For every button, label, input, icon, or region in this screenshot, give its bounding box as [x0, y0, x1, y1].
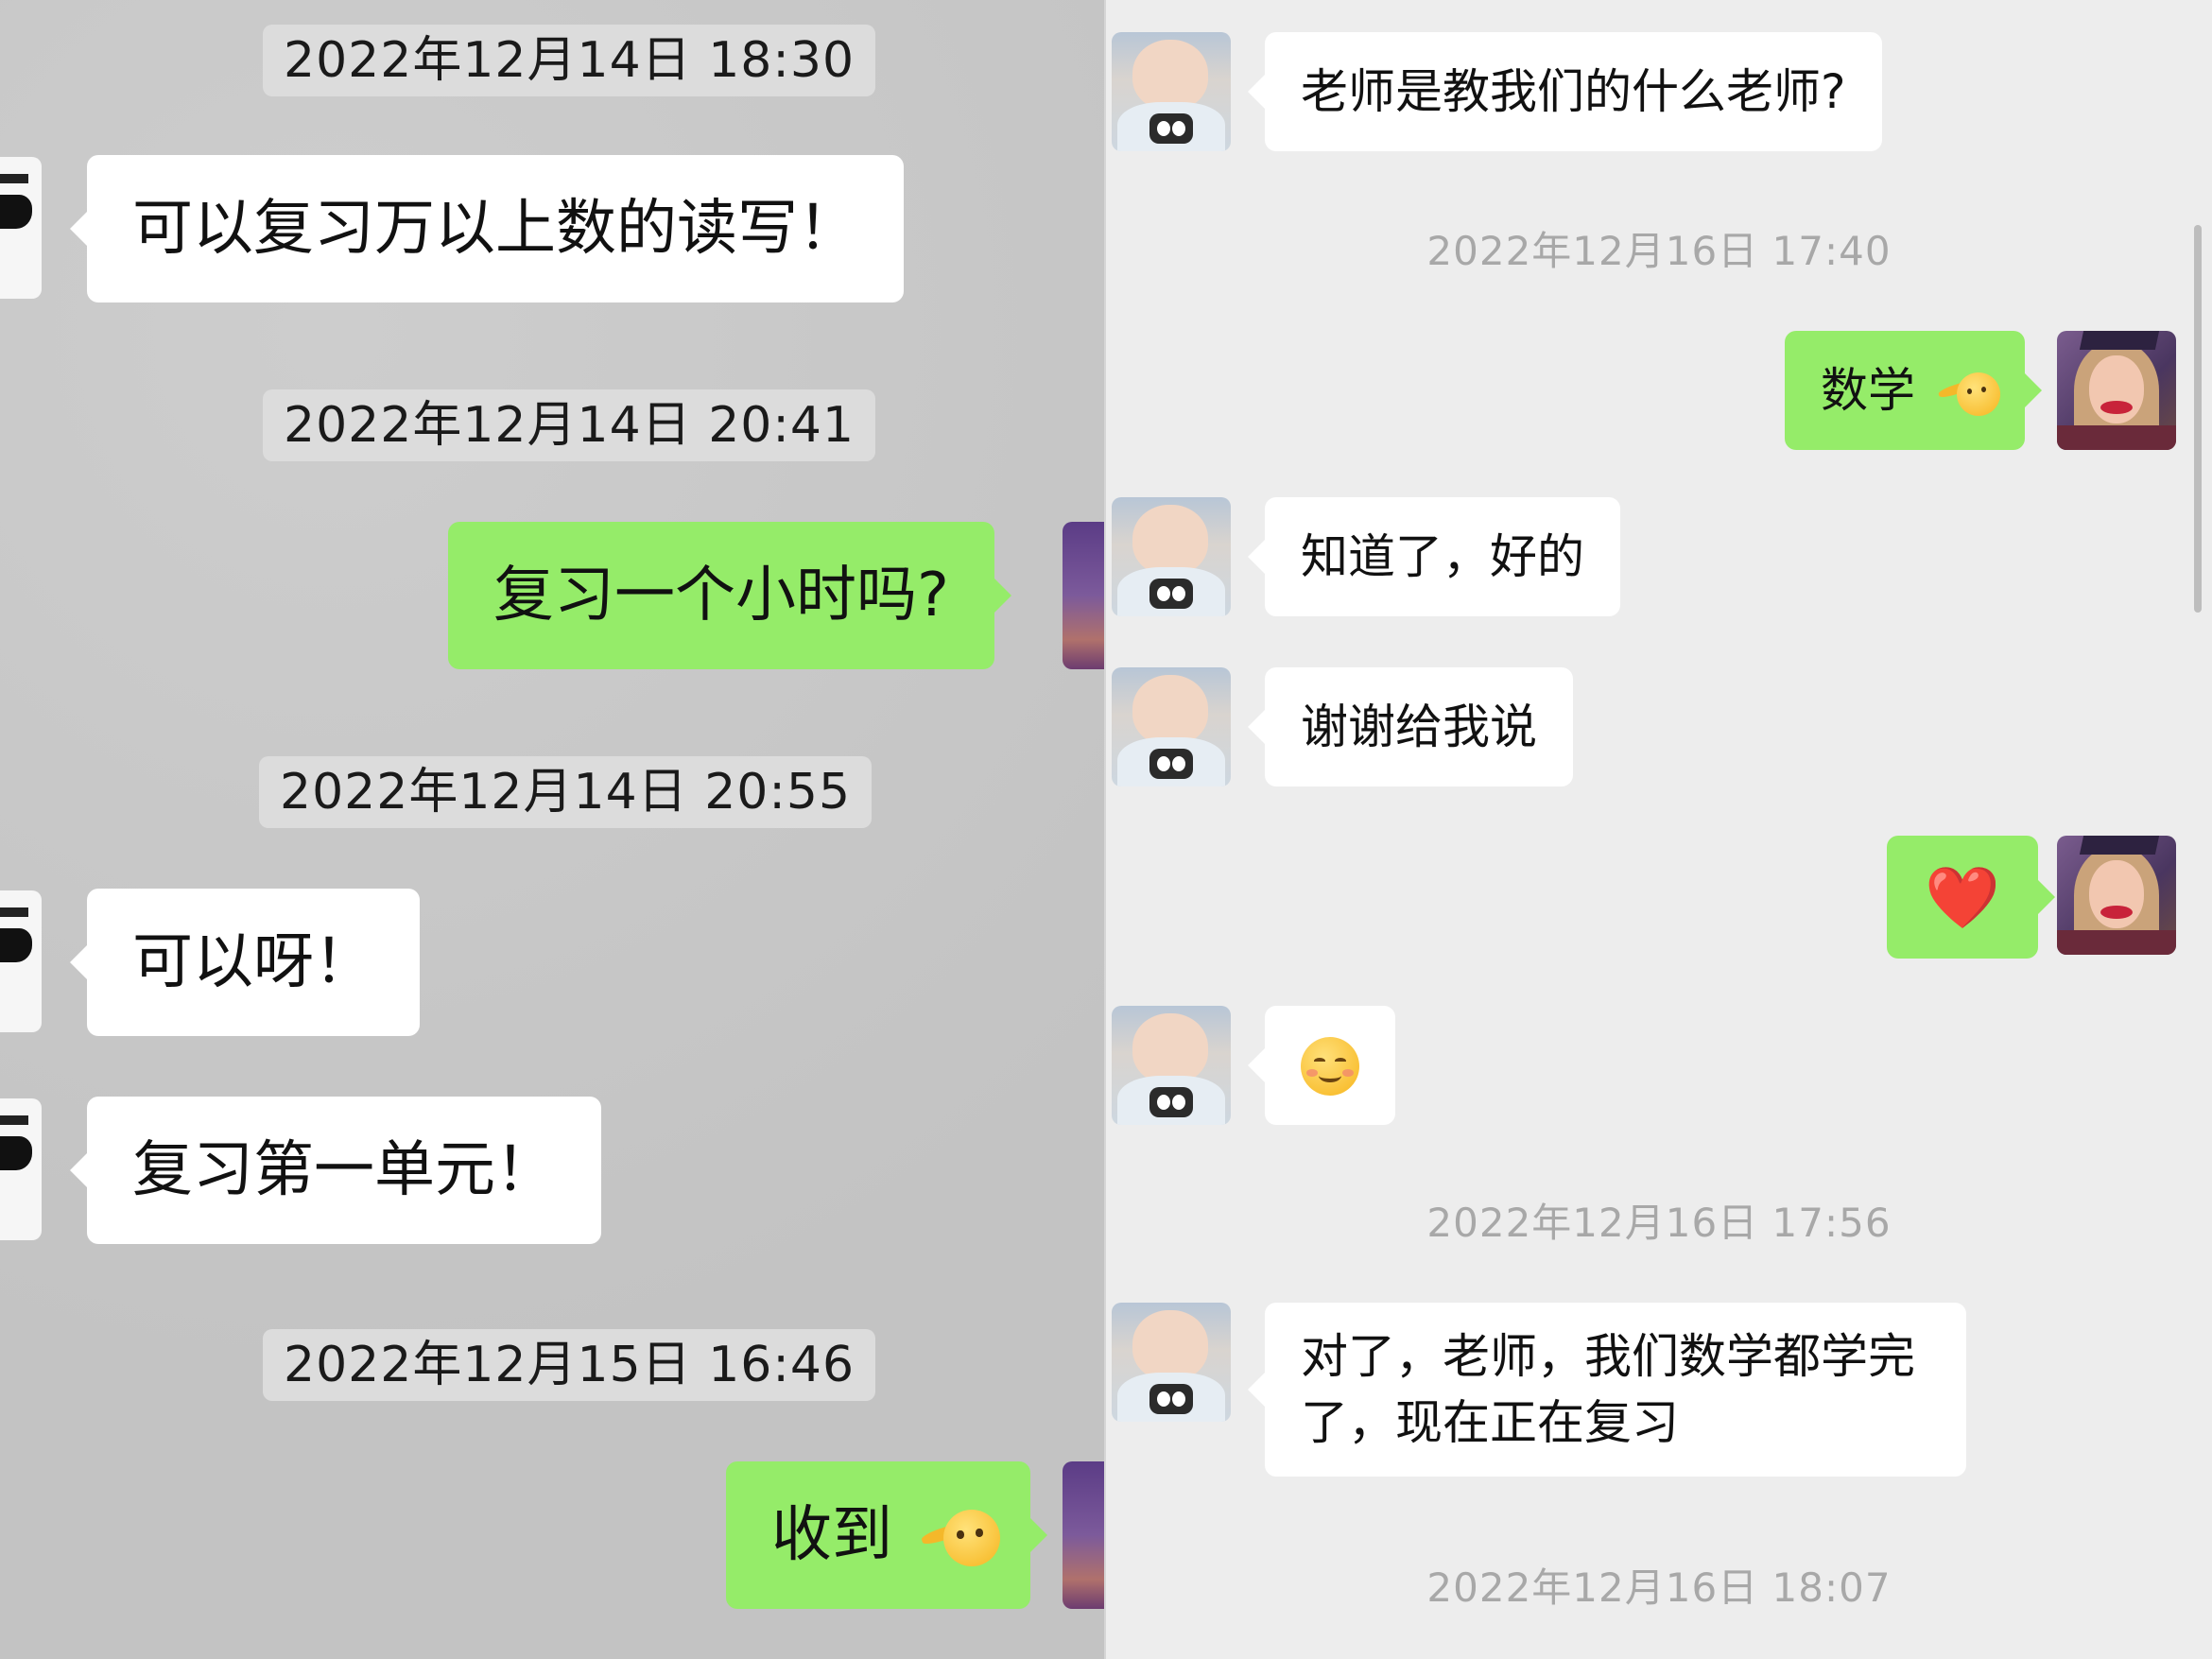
contact-avatar[interactable]: [0, 157, 42, 299]
self-avatar[interactable]: [1063, 1461, 1106, 1609]
message-bubble-received[interactable]: 老师是教我们的什么老师?: [1248, 32, 1882, 151]
message-text: 复习一个小时吗?: [493, 561, 949, 631]
message-text: 复习第一单元！: [132, 1135, 556, 1205]
message-text: 可以呀！: [132, 927, 374, 997]
heart-emoji-icon: ❤️: [1925, 863, 2000, 934]
message-text: 对了，老师，我们数学都学完了，现在正在复习: [1301, 1329, 1915, 1450]
message-bubble-received[interactable]: 可以复习万以上数的读写！: [70, 155, 904, 302]
smile-emoji-icon: [1301, 1036, 1359, 1096]
salute-emoji-icon: [920, 1505, 1001, 1571]
message-bubble-received[interactable]: 谢谢给我说: [1248, 667, 1573, 786]
timestamp: 2022年12月15日 16:46: [263, 1329, 876, 1401]
contact-avatar[interactable]: [1112, 32, 1231, 151]
message-bubble-received[interactable]: 知道了，好的: [1248, 497, 1620, 616]
message-bubble-received[interactable]: 复习第一单元！: [70, 1097, 601, 1244]
contact-avatar[interactable]: [0, 890, 42, 1032]
contact-avatar[interactable]: [0, 1098, 42, 1240]
scrollbar[interactable]: [2194, 225, 2202, 613]
contact-avatar[interactable]: [1112, 497, 1231, 616]
timestamp: 2022年12月14日 20:55: [259, 756, 873, 828]
timestamp: 2022年12月14日 20:41: [263, 389, 876, 461]
message-text: 数学: [1821, 363, 1915, 418]
salute-emoji-icon: [1937, 368, 2000, 421]
self-avatar[interactable]: [2057, 331, 2176, 450]
timestamp: 2022年12月16日 18:07: [1426, 1564, 1892, 1611]
message-bubble-sent[interactable]: 数学: [1785, 331, 2042, 450]
timestamp: 2022年12月16日 17:56: [1426, 1200, 1892, 1246]
message-text: 知道了，好的: [1301, 529, 1584, 584]
self-avatar[interactable]: [1063, 522, 1106, 669]
message-text: 可以复习万以上数的读写！: [132, 194, 858, 264]
left-chat-screenshot: 2022年12月14日 18:30 可以复习万以上数的读写！ 2022年12月1…: [0, 0, 1106, 1659]
contact-avatar[interactable]: [1112, 1006, 1231, 1125]
message-text: 谢谢给我说: [1301, 700, 1537, 754]
timestamp: 2022年12月14日 18:30: [263, 25, 876, 96]
contact-avatar[interactable]: [1112, 667, 1231, 786]
message-bubble-received[interactable]: [1248, 1006, 1395, 1125]
message-text: 老师是教我们的什么老师?: [1301, 64, 1846, 119]
contact-avatar[interactable]: [1112, 1303, 1231, 1422]
message-bubble-received[interactable]: 对了，老师，我们数学都学完了，现在正在复习: [1248, 1303, 1966, 1477]
message-bubble-received[interactable]: 可以呀！: [70, 889, 420, 1036]
message-bubble-sent[interactable]: ❤️: [1887, 836, 2055, 959]
message-bubble-sent[interactable]: 复习一个小时吗?: [448, 522, 1011, 669]
self-avatar[interactable]: [2057, 836, 2176, 955]
timestamp: 2022年12月16日 17:40: [1426, 228, 1892, 274]
right-chat-screenshot: 老师是教我们的什么老师? 2022年12月16日 17:40 数学 知道了，好的…: [1106, 0, 2212, 1659]
message-text: 收到: [771, 1500, 892, 1570]
message-bubble-sent[interactable]: 收到: [726, 1461, 1048, 1609]
